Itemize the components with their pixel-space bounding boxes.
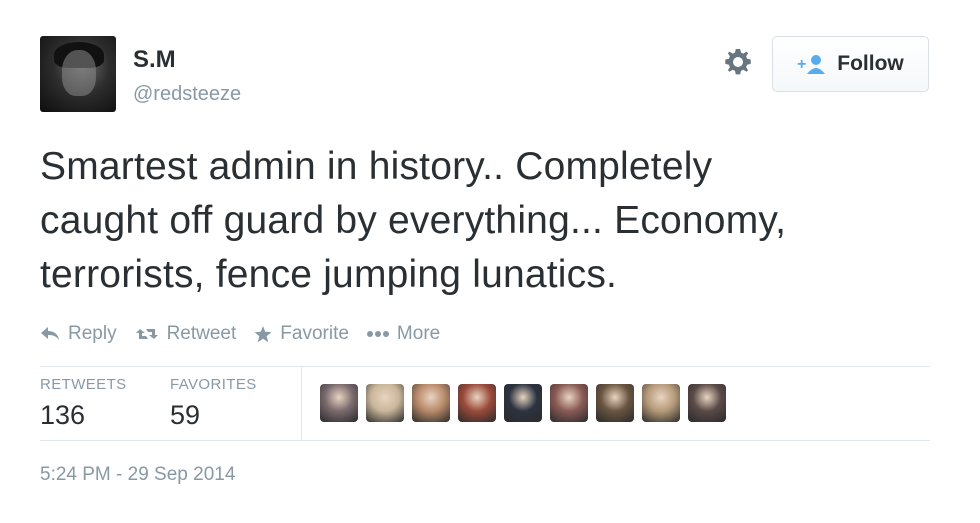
more-label: More xyxy=(396,323,441,344)
ellipsis-icon xyxy=(366,331,389,337)
profile-avatar[interactable] xyxy=(40,36,116,112)
favorites-stat[interactable]: FAVORITES 59 xyxy=(170,376,257,431)
tweet-text: Smartest admin in history.. Completely c… xyxy=(40,140,940,302)
reply-button[interactable]: Reply xyxy=(40,323,117,345)
stats-divider-bottom xyxy=(40,440,930,441)
star-icon xyxy=(254,325,272,342)
follow-label: Follow xyxy=(837,52,904,75)
retweets-stat[interactable]: RETWEETS 136 xyxy=(40,376,127,431)
retweet-icon xyxy=(135,329,158,339)
tweet-timestamp[interactable]: 5:24 PM - 29 Sep 2014 xyxy=(40,464,235,486)
tweet-actions: Reply Retweet Favorite More xyxy=(40,323,458,345)
favoriter-avatars xyxy=(320,384,734,422)
favoriter-avatar[interactable] xyxy=(412,384,450,422)
user-handle[interactable]: @redsteeze xyxy=(133,83,241,106)
favoriter-avatar[interactable] xyxy=(320,384,358,422)
favorites-label: FAVORITES xyxy=(170,376,257,393)
retweet-label: Retweet xyxy=(166,323,237,344)
retweets-count: 136 xyxy=(40,400,86,430)
favoriter-avatar[interactable] xyxy=(366,384,404,422)
favorites-count: 59 xyxy=(170,400,201,430)
favoriter-avatar[interactable] xyxy=(550,384,588,422)
reply-label: Reply xyxy=(68,323,117,344)
stats-vertical-divider xyxy=(301,367,302,440)
avatar-face-shape xyxy=(62,50,96,96)
retweets-label: RETWEETS xyxy=(40,376,127,393)
gear-icon[interactable] xyxy=(722,46,754,78)
favorite-button[interactable]: Favorite xyxy=(254,323,349,345)
favoriter-avatar[interactable] xyxy=(504,384,542,422)
add-user-icon: + xyxy=(797,55,826,74)
follow-button[interactable]: + Follow xyxy=(772,36,929,92)
favoriter-avatar[interactable] xyxy=(596,384,634,422)
favoriter-avatar[interactable] xyxy=(688,384,726,422)
more-button[interactable]: More xyxy=(366,323,441,345)
favoriter-avatar[interactable] xyxy=(458,384,496,422)
tweet-line: terrorists, fence jumping lunatics. xyxy=(40,253,618,296)
retweet-button[interactable]: Retweet xyxy=(135,323,237,345)
tweet-line: caught off guard by everything... Econom… xyxy=(40,199,787,242)
favorite-label: Favorite xyxy=(280,323,349,344)
favoriter-avatar[interactable] xyxy=(642,384,680,422)
user-name[interactable]: S.M xyxy=(133,46,176,74)
reply-icon xyxy=(41,327,59,340)
tweet-line: Smartest admin in history.. Completely xyxy=(40,145,713,188)
svg-text:+: + xyxy=(797,56,806,73)
stats-divider-top xyxy=(40,366,930,367)
